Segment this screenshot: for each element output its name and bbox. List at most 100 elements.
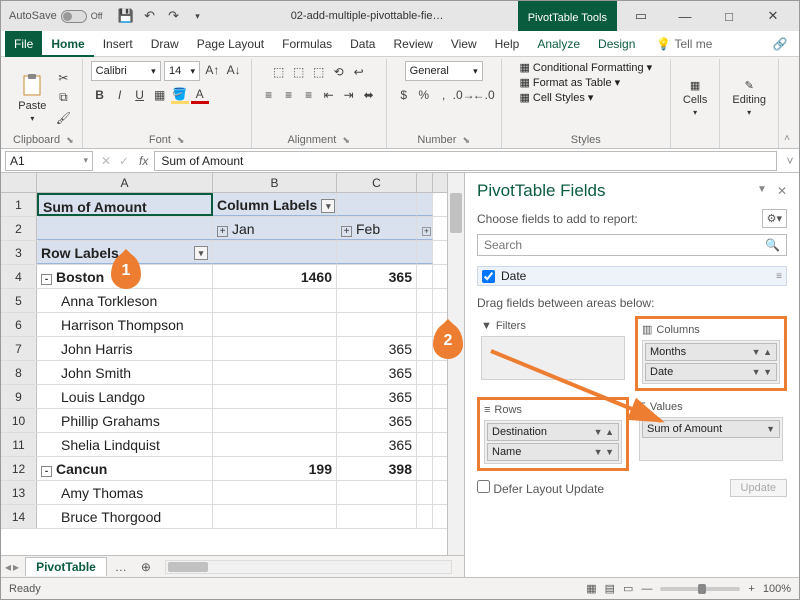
sheet-tab-overflow[interactable]: … [107,558,135,576]
cell[interactable] [417,289,433,312]
merge-button[interactable]: ⬌ [360,86,378,104]
format-as-table-button[interactable]: ▦ Format as Table ▾ [519,76,620,89]
row-header[interactable]: 7 [1,337,37,360]
row-header[interactable]: 6 [1,313,37,336]
collapse-icon[interactable]: - [41,466,52,477]
cell[interactable] [213,505,337,528]
cell[interactable] [337,313,417,336]
cell[interactable]: Shelia Lindquist [37,433,213,456]
tab-draw[interactable]: Draw [142,31,188,57]
pane-close-icon[interactable]: ✕ [777,184,787,198]
indent-dec-button[interactable]: ⇤ [320,86,338,104]
row-header[interactable]: 5 [1,289,37,312]
italic-button[interactable]: I [111,86,129,104]
row-header[interactable]: 3 [1,241,37,264]
collapse-icon[interactable]: - [41,274,52,285]
add-sheet-button[interactable]: ⊕ [135,560,157,574]
tab-home[interactable]: Home [42,31,93,57]
chevron-down-icon[interactable]: ▼ ▲ [752,344,772,360]
cell[interactable] [417,265,433,288]
cell-B2[interactable]: +Jan [213,217,337,240]
editing-button[interactable]: ✎Editing▾ [728,77,770,119]
cell[interactable] [417,361,433,384]
cell[interactable]: Bruce Thorgood [37,505,213,528]
vertical-scrollbar[interactable] [447,173,464,577]
indent-inc-button[interactable]: ⇥ [340,86,358,104]
align-right-button[interactable]: ≡ [300,86,318,104]
tab-nav-next[interactable]: ▸ [13,560,19,574]
underline-button[interactable]: U [131,86,149,104]
row-header[interactable]: 10 [1,409,37,432]
maximize-button[interactable]: □ [707,1,751,31]
orientation-button[interactable]: ⟲ [330,63,348,81]
cell[interactable]: 365 [337,433,417,456]
cell[interactable] [213,289,337,312]
row-header[interactable]: 1 [1,193,37,216]
align-top-button[interactable]: ⬚ [270,63,288,81]
launcher-icon[interactable]: ⬊ [66,135,74,146]
cell[interactable] [417,433,433,456]
align-middle-button[interactable]: ⬚ [290,63,308,81]
enter-formula-button[interactable]: ✓ [115,152,133,170]
bold-button[interactable]: B [91,86,109,104]
cell[interactable] [337,481,417,504]
grid-body[interactable]: 1 Sum of Amount Column Labels▾ 2 +Jan +F… [1,193,447,577]
inc-decimal-button[interactable]: .0→ [455,86,473,104]
chevron-down-icon[interactable]: ▼ [766,421,775,437]
formula-bar[interactable]: Sum of Amount [154,151,777,171]
cell[interactable] [417,337,433,360]
col-header-A[interactable]: A [37,173,213,192]
number-format-combo[interactable]: General▾ [405,61,483,81]
cell[interactable]: 1460 [213,265,337,288]
cell[interactable]: Anna Torkleson [37,289,213,312]
cell[interactable]: Harrison Thompson [37,313,213,336]
cell[interactable] [213,481,337,504]
chevron-down-icon[interactable]: ▼ ▼ [752,364,772,380]
update-button[interactable]: Update [730,479,787,497]
cell-C1[interactable] [337,193,417,216]
expand-icon[interactable]: + [422,227,431,236]
cell[interactable] [417,409,433,432]
share-button[interactable]: 🔗 [765,37,795,51]
zoom-in-button[interactable]: + [748,583,754,595]
zoom-out-button[interactable]: — [641,583,652,595]
launcher-icon[interactable]: ⬊ [177,135,185,146]
cell[interactable] [213,385,337,408]
cell[interactable]: 199 [213,457,337,480]
cell-D2[interactable]: + [417,217,433,240]
align-left-button[interactable]: ≡ [260,86,278,104]
tab-view[interactable]: View [442,31,486,57]
field-menu-icon[interactable]: ≡ [776,271,782,282]
row-header[interactable]: 2 [1,217,37,240]
gear-icon[interactable]: ⚙▾ [762,209,787,228]
cell[interactable] [213,433,337,456]
row-header[interactable]: 4 [1,265,37,288]
fill-color-button[interactable]: 🪣 [171,86,189,104]
font-name-combo[interactable]: Calibri ▾ [91,61,161,81]
ribbon-options-button[interactable]: ▭ [619,1,663,31]
col-header-D[interactable] [417,173,433,192]
align-center-button[interactable]: ≡ [280,86,298,104]
zoom-level[interactable]: 100% [763,583,791,595]
fx-icon[interactable]: fx [133,154,154,168]
cell[interactable] [213,313,337,336]
dec-decimal-button[interactable]: ←.0 [475,86,493,104]
decrease-font-button[interactable]: A↓ [225,61,243,79]
tab-insert[interactable]: Insert [94,31,142,57]
tab-analyze[interactable]: Analyze [528,31,589,57]
tab-review[interactable]: Review [384,31,441,57]
format-painter-button[interactable]: 🖌 [54,109,72,127]
cell[interactable]: Louis Landgo [37,385,213,408]
tab-nav-prev[interactable]: ◂ [5,560,11,574]
cell-C2[interactable]: +Feb [337,217,417,240]
dropdown-icon[interactable]: ▾ [321,199,335,213]
row-header[interactable]: 8 [1,361,37,384]
cell[interactable] [417,505,433,528]
select-all-corner[interactable] [1,173,37,192]
wrap-text-button[interactable]: ↩ [350,63,368,81]
conditional-formatting-button[interactable]: ▦ Conditional Formatting ▾ [519,61,652,74]
chevron-down-icon[interactable]: ▼ ▼ [594,444,614,460]
zoom-slider-thumb[interactable] [698,584,706,594]
cell-A2[interactable] [37,217,213,240]
save-button[interactable]: 💾 [115,5,137,27]
